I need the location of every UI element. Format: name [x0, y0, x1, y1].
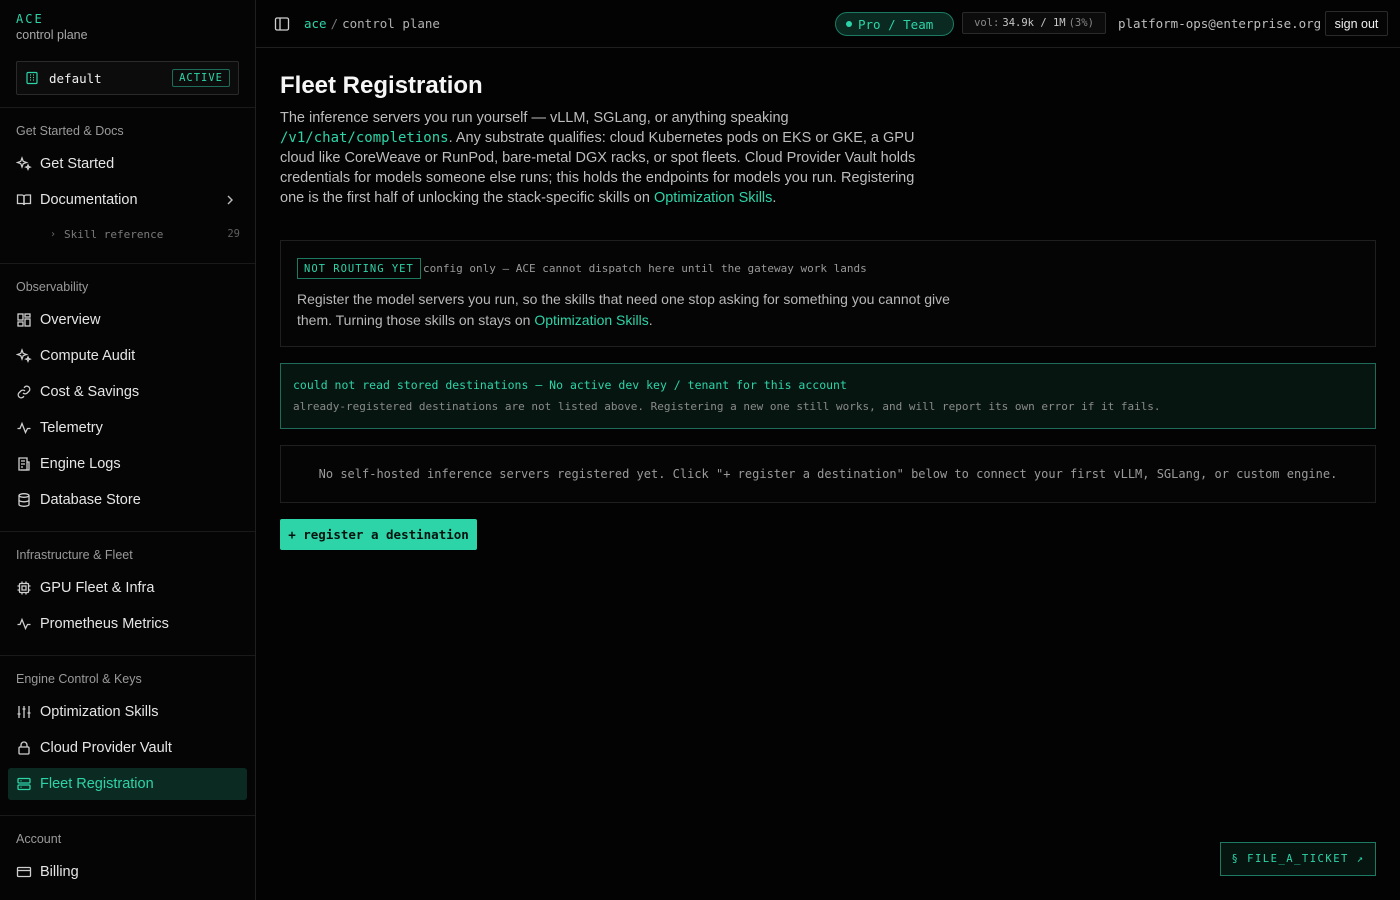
sidebar-item-optimization-skills[interactable]: Optimization Skills	[8, 696, 247, 728]
sliders-icon	[16, 704, 32, 720]
error-panel: could not read stored destinations — No …	[280, 363, 1376, 429]
sparkles-icon	[16, 348, 32, 364]
credit-card-icon	[16, 864, 32, 880]
breadcrumb-root-link[interactable]: ace	[304, 16, 327, 31]
activity-icon	[16, 420, 32, 436]
count-badge: 29	[227, 228, 240, 240]
sidebar-item-gpu-fleet[interactable]: GPU Fleet & Infra	[8, 572, 247, 604]
section-title-infrastructure: Infrastructure & Fleet	[16, 548, 133, 562]
not-routing-badge: NOT ROUTING YET	[297, 258, 421, 279]
sidebar-item-billing[interactable]: Billing	[8, 856, 247, 888]
notice-body: Register the model servers you run, so t…	[297, 289, 957, 331]
brand-subtitle: control plane	[16, 28, 88, 42]
sparkles-icon	[16, 156, 32, 172]
sidebar-item-prometheus[interactable]: Prometheus Metrics	[8, 608, 247, 640]
sidebar-toggle-icon[interactable]	[274, 16, 290, 32]
volume-percent: (3%)	[1068, 17, 1094, 29]
section-title-engine-control: Engine Control & Keys	[16, 672, 142, 686]
optimization-skills-link[interactable]: Optimization Skills	[534, 312, 648, 328]
org-status-badge: ACTIVE	[172, 69, 230, 87]
sign-out-button[interactable]: sign out	[1325, 11, 1388, 36]
book-icon	[16, 192, 32, 208]
volume-value: 34.9k / 1M	[1002, 17, 1066, 29]
sidebar-item-database-store[interactable]: Database Store	[8, 484, 247, 516]
sidebar-item-cost-savings[interactable]: Cost & Savings	[8, 376, 247, 408]
logs-icon	[16, 456, 32, 472]
intro-text: The inference servers you run yourself —…	[280, 108, 940, 208]
notice-note: config only — ACE cannot dispatch here u…	[423, 262, 867, 275]
topbar: ace / control plane Pro / Team vol: 34.9k …	[256, 0, 1400, 48]
database-icon	[16, 492, 32, 508]
server-icon	[16, 776, 32, 792]
breadcrumb-current: control plane	[342, 16, 440, 31]
endpoint-code: /v1/chat/completions	[280, 130, 449, 146]
routing-notice-panel: NOT ROUTING YET config only — ACE cannot…	[280, 240, 1376, 347]
sidebar-item-telemetry[interactable]: Telemetry	[8, 412, 247, 444]
page-title: Fleet Registration	[280, 72, 483, 99]
sidebar-item-label: Telemetry	[40, 420, 103, 436]
org-selector[interactable]: default ACTIVE	[16, 61, 239, 95]
cpu-icon	[16, 580, 32, 596]
register-destination-button[interactable]: + register a destination	[280, 519, 477, 550]
intro-text-part: The inference servers you run yourself —…	[280, 110, 789, 126]
brand-name: ACE	[16, 12, 44, 26]
link-icon	[16, 384, 32, 400]
building-icon	[25, 71, 39, 85]
plan-badge[interactable]: Pro / Team	[835, 12, 954, 36]
error-title: could not read stored destinations — No …	[293, 378, 847, 392]
divider	[0, 107, 255, 108]
brand: ACE control plane	[16, 12, 88, 42]
volume-meter: vol: 34.9k / 1M (3%)	[962, 12, 1106, 34]
divider	[0, 655, 255, 656]
plan-label: Pro / Team	[858, 16, 934, 32]
breadcrumb-separator: /	[330, 16, 339, 31]
sidebar-item-label: Cost & Savings	[40, 384, 140, 400]
notice-body-part: .	[648, 312, 653, 328]
user-email: platform-ops@enterprise.org	[1118, 16, 1322, 31]
org-name: default	[49, 70, 102, 86]
sidebar-item-label: Fleet Registration	[40, 776, 154, 792]
sidebar-item-label: Optimization Skills	[40, 704, 159, 720]
lock-icon	[16, 740, 32, 756]
breadcrumb: ace / control plane	[304, 16, 440, 31]
chevron-right-icon[interactable]	[223, 193, 237, 207]
sidebar-item-label: Compute Audit	[40, 348, 136, 364]
sidebar: ACE control plane default ACTIVE Get Sta…	[0, 0, 256, 900]
sidebar-item-get-started[interactable]: Get Started	[8, 148, 247, 180]
sidebar-item-overview[interactable]: Overview	[8, 304, 247, 336]
error-subtext: already-registered destinations are not …	[293, 400, 1161, 413]
sidebar-subitem-skill-reference[interactable]: › Skill reference 29	[50, 224, 240, 244]
status-dot-icon	[846, 21, 852, 27]
section-title-account: Account	[16, 832, 62, 846]
sidebar-item-label: Engine Logs	[40, 456, 121, 472]
sidebar-item-label: Database Store	[40, 492, 141, 508]
sidebar-item-label: Get Started	[40, 156, 115, 172]
intro-text-part: .	[772, 190, 777, 206]
sidebar-item-label: Prometheus Metrics	[40, 616, 169, 632]
activity-icon	[16, 616, 32, 632]
section-title-observability: Observability	[16, 280, 89, 294]
volume-label: vol:	[974, 17, 1000, 29]
sidebar-subitem-label: Skill reference	[64, 227, 164, 241]
sidebar-item-label: Cloud Provider Vault	[40, 740, 172, 756]
chevron-right-icon: ›	[50, 228, 57, 240]
sidebar-item-label: Overview	[40, 312, 101, 328]
dashboard-icon	[16, 312, 32, 328]
optimization-skills-link[interactable]: Optimization Skills	[654, 190, 772, 206]
file-ticket-button[interactable]: § FILE_A_TICKET ↗	[1220, 842, 1376, 876]
divider	[0, 263, 255, 264]
divider	[0, 815, 255, 816]
sidebar-item-engine-logs[interactable]: Engine Logs	[8, 448, 247, 480]
section-title-docs: Get Started & Docs	[16, 124, 124, 138]
sidebar-item-label: Billing	[40, 864, 79, 880]
sidebar-item-compute-audit[interactable]: Compute Audit	[8, 340, 247, 372]
divider	[0, 531, 255, 532]
sidebar-item-documentation[interactable]: Documentation	[8, 184, 247, 216]
sidebar-item-label: GPU Fleet & Infra	[40, 580, 155, 596]
sidebar-item-cloud-vault[interactable]: Cloud Provider Vault	[8, 732, 247, 764]
sidebar-item-fleet-registration[interactable]: Fleet Registration	[8, 768, 247, 800]
sidebar-item-label: Documentation	[40, 192, 138, 208]
empty-state: No self-hosted inference servers registe…	[280, 445, 1376, 503]
